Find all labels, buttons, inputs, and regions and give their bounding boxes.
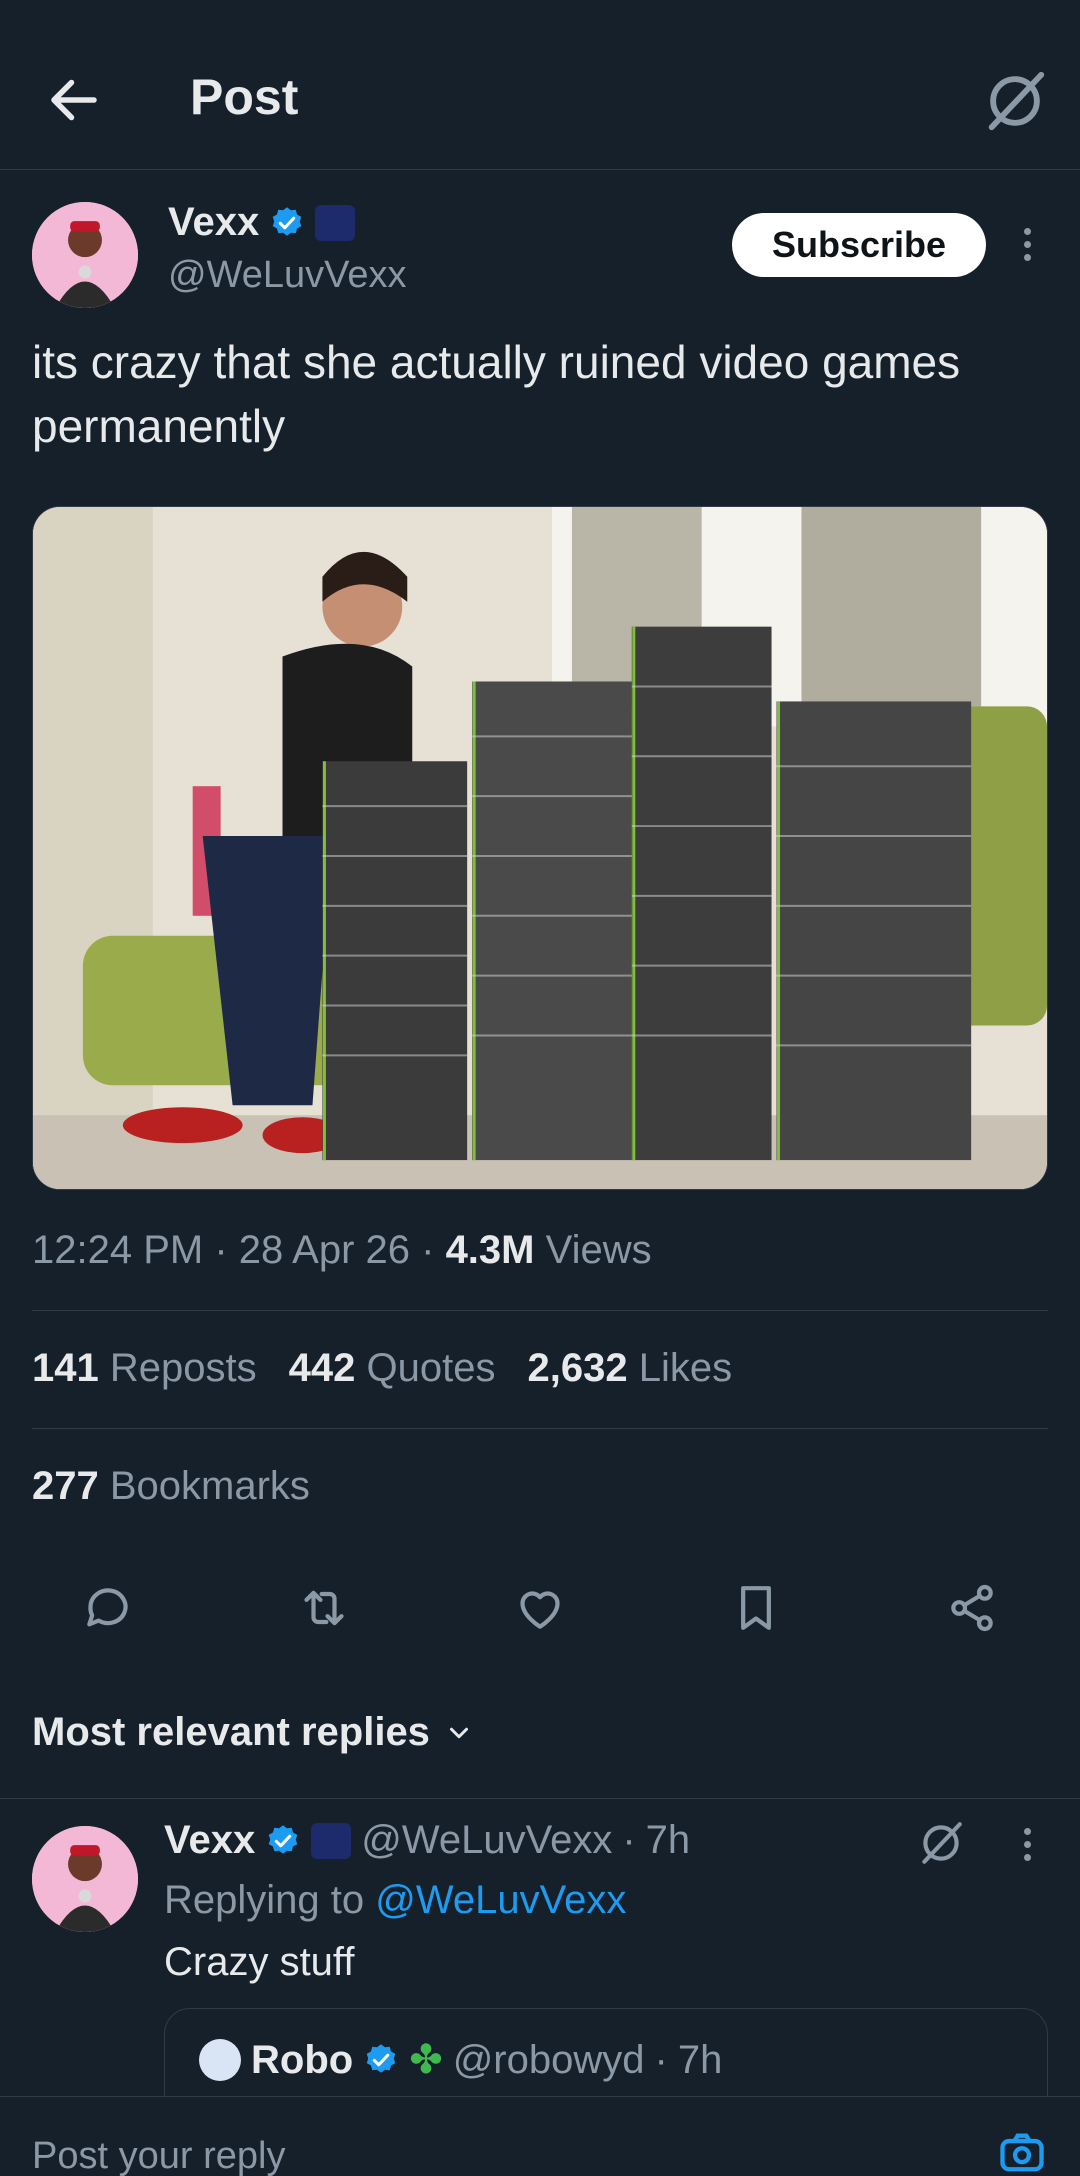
camera-icon[interactable] xyxy=(996,2127,1048,2176)
views-count[interactable]: 4.3M xyxy=(446,1228,535,1272)
reply-author-handle[interactable]: @WeLuvVexx xyxy=(361,1818,612,1863)
quotes-label: Quotes xyxy=(366,1346,496,1390)
author-name[interactable]: Vexx xyxy=(168,200,259,245)
bookmarks-stat[interactable]: 277 Bookmarks xyxy=(32,1464,310,1509)
reply-author-avatar[interactable] xyxy=(32,1826,138,1932)
quoted-time: 7h xyxy=(677,2037,723,2082)
quoted-author-avatar xyxy=(199,2039,241,2081)
grok-icon[interactable] xyxy=(980,66,1050,136)
clover-icon: ✤ xyxy=(409,2038,443,2082)
post-date: 28 Apr 26 xyxy=(238,1228,411,1272)
reply-header[interactable]: Vexx @WeLuvVexx · 7h xyxy=(164,1818,690,1863)
separator-dot: · xyxy=(622,1818,636,1862)
author-name-row[interactable]: Vexx xyxy=(168,200,356,245)
reposts-stat[interactable]: 141 Reposts xyxy=(32,1346,257,1391)
author-avatar[interactable] xyxy=(32,202,138,308)
divider xyxy=(32,1310,1048,1311)
bookmarks-label: Bookmarks xyxy=(109,1464,310,1508)
reply-author-name[interactable]: Vexx xyxy=(164,1818,255,1863)
sort-label: Most relevant replies xyxy=(32,1710,430,1754)
quoted-author-name: Robo xyxy=(251,2037,354,2082)
likes-count: 2,632 xyxy=(527,1346,628,1390)
repost-icon[interactable] xyxy=(296,1580,352,1636)
verified-icon xyxy=(366,2044,396,2073)
bookmark-icon[interactable] xyxy=(728,1580,784,1636)
affiliate-badge-icon xyxy=(315,204,356,241)
reply-text: Crazy stuff xyxy=(164,1940,355,1984)
verified-icon xyxy=(272,206,302,236)
likes-stat[interactable]: 2,632 Likes xyxy=(527,1346,732,1391)
verified-icon xyxy=(268,1824,298,1854)
back-arrow-icon[interactable] xyxy=(44,70,104,130)
replying-to: Replying to @WeLuvVexx xyxy=(164,1878,626,1923)
more-icon[interactable] xyxy=(1012,1814,1042,1874)
reposts-count: 141 xyxy=(32,1346,99,1390)
reply-sort-selector[interactable]: Most relevant replies xyxy=(32,1710,474,1755)
separator-dot: · xyxy=(654,2037,668,2082)
top-bar: Post xyxy=(0,0,1080,170)
reposts-label: Reposts xyxy=(109,1346,257,1390)
quoted-post-header: Robo ✤ @robowyd · 7h xyxy=(199,2037,722,2083)
post-time: 12:24 PM xyxy=(32,1228,204,1272)
reply-input[interactable]: Post your reply xyxy=(32,2135,285,2176)
quotes-stat[interactable]: 442 Quotes xyxy=(289,1346,496,1391)
page-title: Post xyxy=(190,69,299,125)
quoted-author-handle: @robowyd xyxy=(452,2037,645,2082)
replying-to-link[interactable]: @WeLuvVexx xyxy=(375,1878,626,1922)
reply-icon[interactable] xyxy=(80,1580,136,1636)
views-label: Views xyxy=(545,1228,652,1272)
post-meta: 12:24 PM · 28 Apr 26 · 4.3M Views xyxy=(32,1228,652,1272)
likes-label: Likes xyxy=(638,1346,733,1390)
quotes-count: 442 xyxy=(288,1346,356,1390)
post-text: its crazy that she actually ruined video… xyxy=(32,336,961,452)
post-image[interactable] xyxy=(32,506,1048,1190)
author-handle[interactable]: @WeLuvVexx xyxy=(168,254,407,297)
divider xyxy=(32,1428,1048,1429)
grok-icon[interactable] xyxy=(916,1818,966,1868)
more-icon[interactable] xyxy=(1012,214,1042,274)
replying-prefix: Replying to xyxy=(164,1878,365,1922)
action-bar xyxy=(0,1580,1080,1640)
chevron-down-icon xyxy=(449,1727,468,1738)
share-icon[interactable] xyxy=(944,1580,1000,1636)
bookmarks-count: 277 xyxy=(32,1464,99,1508)
engagement-stats: 141 Reposts 442 Quotes 2,632 Likes xyxy=(32,1346,732,1391)
reply-composer[interactable]: Post your reply xyxy=(0,2096,1080,2176)
subscribe-button[interactable]: Subscribe xyxy=(732,213,986,277)
divider xyxy=(0,1798,1080,1799)
affiliate-badge-icon xyxy=(311,1822,352,1859)
like-icon[interactable] xyxy=(512,1580,568,1636)
reply-time: 7h xyxy=(645,1818,691,1862)
